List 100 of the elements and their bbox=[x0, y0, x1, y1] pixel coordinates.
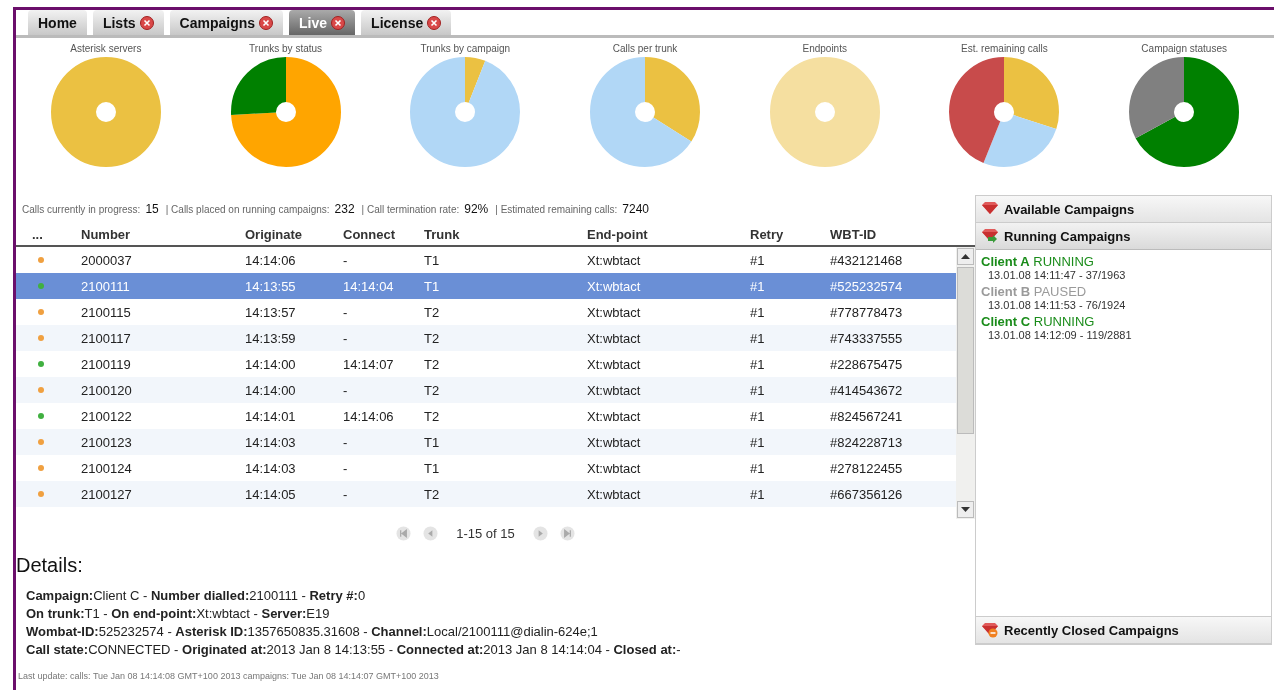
detail-line: On trunk:T1 - On end-point:Xt:wbtact - Server:E19 bbox=[25, 605, 331, 623]
column-header[interactable]: Connect bbox=[335, 226, 416, 242]
tab[interactable]: Live bbox=[289, 10, 356, 35]
table-cell-text: Xt:wbtact bbox=[586, 252, 642, 268]
chart-title: Calls per trunk bbox=[612, 43, 678, 55]
table-cell-text: T1 bbox=[423, 278, 441, 294]
table-cell-text: 14:14:05 bbox=[244, 486, 297, 502]
table-cell-text: T1 bbox=[423, 460, 441, 476]
table-cell-text: T1 bbox=[423, 252, 441, 268]
table-cell-text: #1 bbox=[749, 278, 766, 294]
table-cell-text: #1 bbox=[749, 304, 766, 320]
detail-line: Wombat-ID:525232574 - Asterisk ID:1357650835.31608 - Channel:Local/2100111@dialin-624e;1 bbox=[25, 623, 599, 641]
close-icon[interactable] bbox=[259, 15, 274, 30]
chart-title: Endpoints bbox=[802, 43, 847, 55]
table-cell-text: 14:14:06 bbox=[244, 252, 297, 268]
table-cell-text: - bbox=[342, 252, 349, 268]
campaign-name[interactable]: Client C RUNNING bbox=[981, 314, 1266, 329]
table-cell-text: #432121468 bbox=[829, 252, 904, 268]
table-cell-text: #824228713 bbox=[829, 434, 904, 450]
table-cell-text: 14:13:59 bbox=[244, 330, 297, 346]
close-icon[interactable] bbox=[139, 15, 154, 30]
table-cell-text: T2 bbox=[423, 408, 441, 424]
table-cell-text: #1 bbox=[749, 434, 766, 450]
column-header[interactable]: Originate bbox=[237, 226, 335, 242]
tab[interactable]: Lists bbox=[92, 10, 164, 35]
section-header[interactable]: Running Campaigns bbox=[976, 223, 1271, 250]
table-cell-text: 14:13:55 bbox=[244, 278, 297, 294]
table-cell-text: Xt:wbtact bbox=[586, 304, 642, 320]
table-row[interactable]: 2100120 14:14:00 - T2 Xt:wbtact #1 #414543672 bbox=[16, 377, 956, 403]
table-cell-text: 14:14:06 bbox=[342, 408, 395, 424]
stat-label: | Estimated remaining calls: bbox=[495, 204, 618, 215]
table-cell-text: 2100124 bbox=[80, 460, 133, 476]
table-cell-text: Xt:wbtact bbox=[586, 460, 642, 476]
table-cell-text: #525232574 bbox=[829, 278, 904, 294]
table-cell-text: 2100120 bbox=[80, 382, 133, 398]
table-cell-text: T2 bbox=[423, 356, 441, 372]
table-row[interactable]: 2100127 14:14:05 - T2 Xt:wbtact #1 #667356126 bbox=[16, 481, 956, 507]
details-heading: Details: bbox=[16, 554, 84, 577]
table-row[interactable]: 2100119 14:14:00 14:14:07 T2 Xt:wbtact #1 #228675475 bbox=[16, 351, 956, 377]
stat-value: 7240 bbox=[622, 202, 650, 216]
tab[interactable]: Campaigns bbox=[169, 10, 284, 35]
column-header[interactable]: WBT-ID bbox=[822, 226, 956, 242]
column-header[interactable]: Number bbox=[73, 226, 237, 242]
column-header[interactable]: End-point bbox=[579, 226, 742, 242]
chart-title: Campaign statuses bbox=[1141, 43, 1227, 55]
gem-minus-icon bbox=[981, 622, 999, 638]
stat-label: | Call termination rate: bbox=[361, 204, 460, 215]
table-cell-text: 14:14:04 bbox=[342, 278, 395, 294]
table-cell-text: #1 bbox=[749, 356, 766, 372]
chart-title: Asterisk servers bbox=[70, 43, 142, 55]
table-row[interactable]: 2100122 14:14:01 14:14:06 T2 Xt:wbtact #1 #824567241 bbox=[16, 403, 956, 429]
table-cell-text: #414543672 bbox=[829, 382, 904, 398]
stat-value: 92% bbox=[464, 202, 489, 216]
chart-title: Trunks by status bbox=[249, 43, 323, 55]
column-header[interactable]: Trunk bbox=[416, 226, 579, 242]
table-cell-text: Xt:wbtact bbox=[586, 356, 642, 372]
chart-title: Trunks by campaign bbox=[420, 43, 511, 55]
table-cell-text: #1 bbox=[749, 382, 766, 398]
table-cell-text: Xt:wbtact bbox=[586, 486, 642, 502]
table-row[interactable]: 2100124 14:14:03 - T1 Xt:wbtact #1 #278122455 bbox=[16, 455, 956, 481]
close-icon[interactable] bbox=[427, 15, 442, 30]
table-cell-text: #278122455 bbox=[829, 460, 904, 476]
column-header[interactable]: ... bbox=[16, 226, 73, 242]
detail-line: Call state:CONNECTED - Originated at:2013 Jan 8 14:13:55 - Connected at:2013 Jan 8 14:14:04 - Closed at:- bbox=[25, 641, 682, 659]
table-cell-text: #1 bbox=[749, 330, 766, 346]
table-cell-text: T2 bbox=[423, 486, 441, 502]
tab[interactable]: Home bbox=[28, 10, 87, 35]
table-cell-text: T1 bbox=[423, 434, 441, 450]
gem-arrow-icon bbox=[981, 228, 999, 244]
table-cell-text: 14:14:07 bbox=[342, 356, 395, 372]
table-cell-text: 14:14:03 bbox=[244, 434, 297, 450]
section-header[interactable]: Recently Closed Campaigns bbox=[976, 617, 1271, 644]
section-header[interactable]: Available Campaigns bbox=[976, 196, 1271, 223]
campaign-name[interactable]: Client A RUNNING bbox=[981, 254, 1266, 269]
tab[interactable]: License bbox=[361, 10, 452, 35]
table-cell-text: 2100119 bbox=[80, 356, 132, 372]
close-icon[interactable] bbox=[331, 15, 346, 30]
table-cell-text: T2 bbox=[423, 330, 441, 346]
table-cell-text: #228675475 bbox=[829, 356, 904, 372]
table-cell-text: 2000037 bbox=[80, 252, 133, 268]
table-cell-text: - bbox=[342, 304, 349, 320]
scrollbar[interactable] bbox=[956, 247, 975, 519]
table-cell-text: - bbox=[342, 460, 349, 476]
table-cell-text: 14:14:00 bbox=[244, 356, 297, 372]
table-cell-text: 14:14:01 bbox=[244, 408, 297, 424]
table-cell-text: 2100117 bbox=[80, 330, 132, 346]
table-cell-text: 2100123 bbox=[80, 434, 133, 450]
table-row[interactable]: 2100123 14:14:03 - T1 Xt:wbtact #1 #824228713 bbox=[16, 429, 956, 455]
table-cell-text: Xt:wbtact bbox=[586, 382, 642, 398]
column-header[interactable]: Retry bbox=[742, 226, 822, 242]
table-row[interactable]: 2100117 14:13:59 - T2 Xt:wbtact #1 #743337555 bbox=[16, 325, 956, 351]
table-cell-text: #1 bbox=[749, 460, 766, 476]
table-cell-text: 14:13:57 bbox=[244, 304, 297, 320]
stat-value: 15 bbox=[145, 202, 159, 216]
table-row[interactable]: 2100115 14:13:57 - T2 Xt:wbtact #1 #778778473 bbox=[16, 299, 956, 325]
table-cell-text: Xt:wbtact bbox=[586, 330, 642, 346]
table-row[interactable]: 2000037 14:14:06 - T1 Xt:wbtact #1 #432121468 bbox=[16, 247, 956, 273]
chart-title: Est. remaining calls bbox=[961, 43, 1048, 55]
table-cell-text: #1 bbox=[749, 408, 766, 424]
scrollbar-thumb[interactable] bbox=[957, 267, 974, 434]
